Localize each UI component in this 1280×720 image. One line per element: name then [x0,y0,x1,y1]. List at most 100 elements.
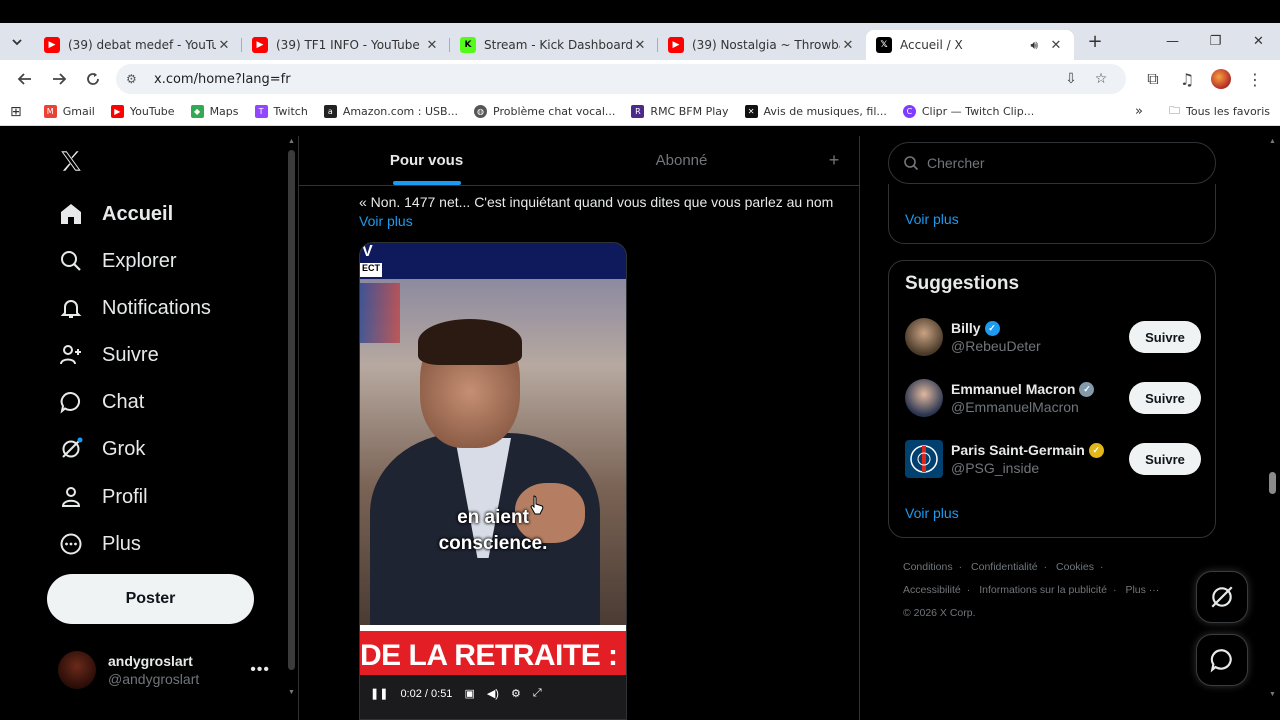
footer-link[interactable]: Plus ··· [1125,584,1159,596]
back-button[interactable] [8,64,42,94]
close-icon[interactable]: ✕ [632,38,648,53]
tab-for-you[interactable]: Pour vous [299,136,554,185]
more-bookmarks-icon[interactable]: » [1135,104,1143,119]
nav-label: Chat [102,390,145,413]
nav-follow[interactable]: Suivre [58,340,159,370]
suggestion-row[interactable]: Billy ✓ @RebeuDeter Suivre [905,315,1201,359]
main-timeline: Pour vous Abonné + « Non. 1477 net... C'… [298,136,860,720]
browser-tab[interactable]: K Stream - Kick Dashboard ✕ [450,30,658,60]
follow-button[interactable]: Suivre [1129,382,1201,414]
star-icon[interactable]: ☆ [1086,71,1116,87]
tab-following[interactable]: Abonné [554,136,809,185]
browser-tab[interactable]: ▶ (39) debat medef - YouTube ✕ [34,30,242,60]
x-logo-icon[interactable] [58,148,86,176]
video-flag [360,283,400,343]
chat-bubble-icon [58,389,84,415]
menu-icon[interactable]: ⋮ [1238,64,1272,94]
all-bookmarks[interactable]: 🗀 Tous les favoris [1169,102,1270,121]
extensions-icon[interactable]: ⧉ [1136,64,1170,94]
search-placeholder: Chercher [927,155,985,171]
bookmark-rmc[interactable]: R RMC BFM Play [631,105,729,118]
settings-icon[interactable]: ⚙ [511,687,521,700]
apps-icon[interactable]: ⊞ [10,104,22,120]
browser-tab[interactable]: ▶ (39) TF1 INFO - YouTube ✕ [242,30,450,60]
close-icon[interactable]: ✕ [424,38,440,53]
tab-search-button[interactable] [0,23,34,60]
screen-top-bar [0,0,1280,23]
account-switcher[interactable]: andygroslart @andygroslart ••• [58,648,270,692]
post-button[interactable]: Poster [47,574,254,624]
home-icon [58,201,84,227]
pause-icon[interactable]: ❚❚ [370,687,388,700]
trending-see-more-link[interactable]: Voir plus [905,211,959,227]
bookmark-amazon[interactable]: a Amazon.com : USB... [323,105,458,118]
amazon-icon: a [323,105,337,118]
bookmark-avis[interactable]: ✕ Avis de musiques, fil... [744,105,887,118]
nav-profile[interactable]: Profil [58,482,148,512]
nav-grok[interactable]: Grok [58,434,145,464]
add-tab-icon[interactable]: + [809,136,859,185]
nav-home[interactable]: Accueil [58,199,173,229]
media-control-icon[interactable]: ♫ [1170,64,1204,94]
nav-notifications[interactable]: Notifications [58,293,211,323]
footer-link[interactable]: Accessibilité [903,584,961,596]
bookmark-maps[interactable]: ◆ Maps [190,105,239,118]
follow-button[interactable]: Suivre [1129,443,1201,475]
reload-button[interactable] [76,64,110,94]
follow-button[interactable]: Suivre [1129,321,1201,353]
scroll-down-icon[interactable]: ▼ [286,689,297,696]
close-icon[interactable]: ✕ [1048,38,1064,53]
bookmark-clipr[interactable]: C Clipr — Twitch Clip... [902,105,1035,118]
scroll-up-icon[interactable]: ▲ [1266,138,1279,145]
scroll-down-icon[interactable]: ▼ [1266,691,1279,698]
footer-link[interactable]: Conditions [903,561,953,573]
close-window-icon[interactable]: ✕ [1237,23,1280,60]
footer-link[interactable]: Confidentialité [971,561,1038,573]
new-tab-button[interactable]: + [1080,31,1110,52]
nav-more[interactable]: Plus [58,529,141,559]
minimize-icon[interactable]: — [1151,23,1194,60]
page-scrollbar[interactable]: ▲ ▼ [1266,138,1279,698]
nav-explore[interactable]: Explorer [58,246,176,276]
nav-chat[interactable]: Chat [58,387,144,417]
bookmark-twitch[interactable]: T Twitch [254,105,308,118]
bookmark-label: Clipr — Twitch Clip... [921,105,1035,118]
profile-avatar[interactable] [1204,64,1238,94]
grok-fab-button[interactable] [1196,571,1248,623]
bookmark-youtube[interactable]: ▶ YouTube [110,105,175,118]
tweet-see-more-link[interactable]: Voir plus [359,213,413,229]
close-icon[interactable]: ✕ [840,38,856,53]
suggestion-row[interactable]: Emmanuel Macron ✓ @EmmanuelMacron Suivre [905,376,1201,420]
speaker-icon[interactable]: 🔊︎ [1030,38,1038,53]
footer-link[interactable]: Informations sur la publicité [979,584,1107,596]
scroll-thumb[interactable] [288,150,295,670]
fullscreen-icon[interactable]: ⤢ [533,687,542,700]
tab-title: (39) Nostalgia ~ Throwback [692,38,840,52]
address-bar[interactable]: ⚙ x.com/home?lang=fr ⇩ ☆ [116,64,1126,94]
tweet-video[interactable]: V ECT en aient conscience. DE LA RETRAIT… [359,242,627,720]
captions-icon[interactable]: ▣ [464,687,474,700]
suggestion-row[interactable]: Paris Saint-Germain ✓ @PSG_inside Suivre [905,437,1201,481]
browser-tab-active[interactable]: 𝕏 Accueil / X 🔊︎ ✕ [866,30,1074,60]
forward-button[interactable] [42,64,76,94]
suggestions-see-more-link[interactable]: Voir plus [905,505,959,521]
account-name: andygroslart [108,653,193,669]
browser-tab[interactable]: ▶ (39) Nostalgia ~ Throwback ✕ [658,30,866,60]
footer-link[interactable]: Cookies [1056,561,1094,573]
bookmark-chat-vocal[interactable]: ◍ Problème chat vocal... [474,105,615,118]
left-scrollbar[interactable]: ▲ ▼ [286,138,297,696]
scroll-up-icon[interactable]: ▲ [286,138,297,145]
bookmark-gmail[interactable]: M Gmail [43,105,95,118]
site-info-icon[interactable]: ⚙ [126,72,146,86]
search-input[interactable]: Chercher [888,142,1216,184]
rmc-icon: R [631,105,645,118]
volume-icon[interactable]: ◀) [487,687,499,700]
suggestion-name-text: Billy [951,320,981,336]
chat-bubble-icon [1210,649,1232,673]
more-horizontal-icon[interactable]: ••• [250,661,270,679]
chat-fab-button[interactable] [1196,634,1248,686]
install-app-icon[interactable]: ⇩ [1056,71,1086,87]
restore-icon[interactable]: ❐ [1194,23,1237,60]
scroll-thumb[interactable] [1269,472,1276,494]
close-icon[interactable]: ✕ [216,38,232,53]
